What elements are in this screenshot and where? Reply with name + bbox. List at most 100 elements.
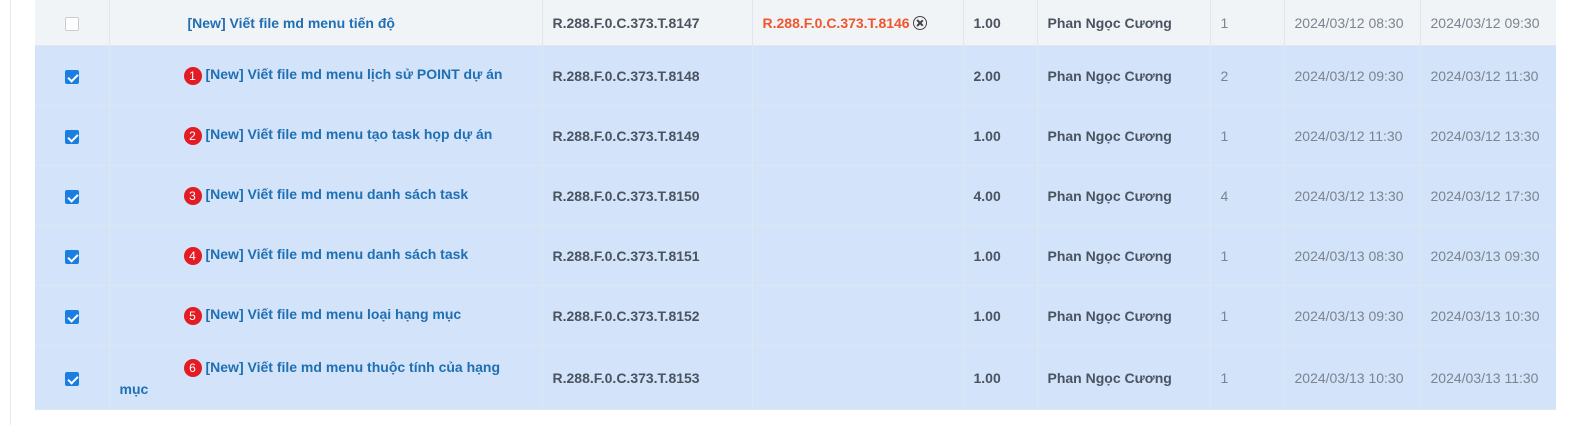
row-select-cell[interactable] <box>35 165 110 226</box>
row-checkbox[interactable] <box>64 16 79 31</box>
assignee-cell: Phan Ngọc Cương <box>1037 225 1211 286</box>
task-count: 1 <box>1220 247 1229 264</box>
task-count: 1 <box>1220 127 1229 144</box>
task-code-cell: R.288.F.0.C.373.T.8153 <box>542 345 753 410</box>
task-count: 4 <box>1220 187 1229 204</box>
task-assignee: Phan Ngọc Cương <box>1047 127 1172 144</box>
row-checkbox[interactable] <box>64 371 79 386</box>
row-select-cell[interactable] <box>35 345 110 410</box>
table-row[interactable]: [New] Viết file md menu tiến độ R.288.F.… <box>35 0 1556 46</box>
count-cell: 1 <box>1210 225 1285 286</box>
parent-code-cell <box>752 165 964 226</box>
task-start: 2024/03/13 08:30 <box>1294 247 1404 264</box>
parent-code-cell <box>752 345 964 410</box>
task-code-cell: R.288.F.0.C.373.T.8149 <box>542 105 753 166</box>
task-code-cell: R.288.F.0.C.373.T.8148 <box>542 45 753 106</box>
task-hours: 1.00 <box>973 127 1001 144</box>
task-name-link[interactable]: [New] Viết file md menu tạo task họp dự … <box>206 126 493 142</box>
start-cell: 2024/03/13 08:30 <box>1284 225 1421 286</box>
count-cell: 1 <box>1210 345 1285 410</box>
row-checkbox[interactable] <box>64 189 79 204</box>
end-cell: 2024/03/12 09:30 <box>1420 0 1556 46</box>
count-cell: 1 <box>1210 105 1285 166</box>
hours-cell: 1.00 <box>963 345 1038 410</box>
task-name-cell: 2 [New] Viết file md menu tạo task họp dự… <box>109 105 543 166</box>
table-row[interactable]: 3 [New] Viết file md menu danh sách task … <box>35 165 1556 226</box>
table-row[interactable]: 1 [New] Viết file md menu lịch sử POINT d… <box>35 45 1556 106</box>
order-badge: 3 <box>183 186 202 205</box>
task-name-link[interactable]: [New] Viết file md menu danh sách task <box>206 186 469 202</box>
start-cell: 2024/03/12 11:30 <box>1284 105 1421 166</box>
row-checkbox[interactable] <box>64 69 79 84</box>
task-start: 2024/03/12 11:30 <box>1294 127 1403 144</box>
task-code-cell: R.288.F.0.C.373.T.8147 <box>542 0 753 46</box>
end-cell: 2024/03/13 09:30 <box>1420 225 1556 286</box>
start-cell: 2024/03/12 08:30 <box>1284 0 1421 46</box>
end-cell: 2024/03/13 11:30 <box>1420 345 1556 410</box>
task-assignee: Phan Ngọc Cương <box>1047 14 1172 31</box>
task-assignee: Phan Ngọc Cương <box>1047 307 1172 324</box>
parent-code-cell <box>752 105 964 166</box>
row-checkbox[interactable] <box>64 249 79 264</box>
task-assignee: Phan Ngọc Cương <box>1047 67 1172 84</box>
parent-task-link[interactable]: R.288.F.0.C.373.T.8146 <box>763 15 910 31</box>
task-hours: 2.00 <box>973 67 1001 84</box>
hours-cell: 1.00 <box>963 225 1038 286</box>
order-badge: 2 <box>183 126 202 145</box>
task-assignee: Phan Ngọc Cương <box>1047 187 1172 204</box>
hours-cell: 1.00 <box>963 105 1038 166</box>
row-select-cell[interactable] <box>35 225 110 286</box>
task-hours: 1.00 <box>973 14 1001 31</box>
row-checkbox[interactable] <box>64 129 79 144</box>
end-cell: 2024/03/13 10:30 <box>1420 285 1556 346</box>
table-row[interactable]: 4 [New] Viết file md menu danh sách task … <box>35 225 1556 286</box>
task-code: R.288.F.0.C.373.T.8152 <box>552 307 700 324</box>
task-end: 2024/03/12 09:30 <box>1430 14 1540 31</box>
task-name-link[interactable]: [New] Viết file md menu danh sách task <box>206 246 469 262</box>
task-code-cell: R.288.F.0.C.373.T.8150 <box>542 165 753 226</box>
task-code: R.288.F.0.C.373.T.8147 <box>552 14 700 31</box>
task-end: 2024/03/12 11:30 <box>1430 67 1539 84</box>
hours-cell: 4.00 <box>963 165 1038 226</box>
assignee-cell: Phan Ngọc Cương <box>1037 0 1211 46</box>
row-select-cell[interactable] <box>35 0 110 46</box>
table-row[interactable]: 2 [New] Viết file md menu tạo task họp dự… <box>35 105 1556 166</box>
order-badge: 6 <box>183 358 202 377</box>
task-code: R.288.F.0.C.373.T.8148 <box>552 67 700 84</box>
table-row[interactable]: 5 [New] Viết file md menu loại hạng mục R… <box>35 285 1556 346</box>
remove-circle-icon[interactable] <box>912 15 927 30</box>
parent-code-cell <box>752 285 964 346</box>
task-count: 1 <box>1220 307 1229 324</box>
start-cell: 2024/03/12 09:30 <box>1284 45 1421 106</box>
assignee-cell: Phan Ngọc Cương <box>1037 45 1211 106</box>
task-name-cell: 5 [New] Viết file md menu loại hạng mục <box>109 285 543 346</box>
parent-code-cell: R.288.F.0.C.373.T.8146 <box>752 0 964 46</box>
count-cell: 1 <box>1210 285 1285 346</box>
row-select-cell[interactable] <box>35 285 110 346</box>
row-select-cell[interactable] <box>35 45 110 106</box>
task-name-link[interactable]: [New] Viết file md menu tiến độ <box>188 15 395 31</box>
row-select-cell[interactable] <box>35 105 110 166</box>
assignee-cell: Phan Ngọc Cương <box>1037 345 1211 410</box>
table-row[interactable]: 6 [New] Viết file md menu thuộc tính của … <box>35 345 1556 410</box>
assignee-cell: Phan Ngọc Cương <box>1037 105 1211 166</box>
task-start: 2024/03/12 08:30 <box>1294 14 1404 31</box>
task-code: R.288.F.0.C.373.T.8151 <box>552 247 700 264</box>
end-cell: 2024/03/12 13:30 <box>1420 105 1556 166</box>
task-count: 1 <box>1220 369 1229 386</box>
task-name-link[interactable]: [New] Viết file md menu loại hạng mục <box>206 306 462 322</box>
task-table: [New] Viết file md menu tiến độ R.288.F.… <box>35 0 1556 410</box>
task-name-cell: 4 [New] Viết file md menu danh sách task <box>109 225 543 286</box>
task-hours: 1.00 <box>973 247 1001 264</box>
end-cell: 2024/03/12 11:30 <box>1420 45 1556 106</box>
task-name-link[interactable]: [New] Viết file md menu thuộc tính của h… <box>120 359 501 397</box>
count-cell: 2 <box>1210 45 1285 106</box>
count-cell: 1 <box>1210 0 1285 46</box>
assignee-cell: Phan Ngọc Cương <box>1037 165 1211 226</box>
row-checkbox[interactable] <box>64 309 79 324</box>
task-name-link[interactable]: [New] Viết file md menu lịch sử POINT dự… <box>206 66 503 82</box>
task-end: 2024/03/13 11:30 <box>1430 369 1539 386</box>
assignee-cell: Phan Ngọc Cương <box>1037 285 1211 346</box>
start-cell: 2024/03/13 09:30 <box>1284 285 1421 346</box>
task-end: 2024/03/12 17:30 <box>1430 187 1540 204</box>
